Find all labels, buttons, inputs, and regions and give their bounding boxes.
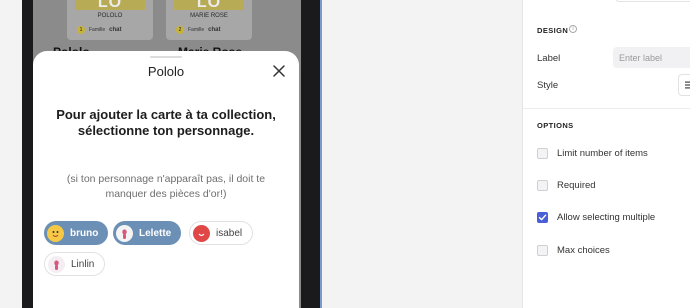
option-label: Max choices <box>557 245 610 256</box>
card-meta: 1 Famille chat <box>77 26 121 34</box>
style-field-label: Style <box>537 80 559 91</box>
card-art-text: LO <box>97 0 123 11</box>
label-field-label: Label <box>537 53 561 64</box>
checkbox-checked[interactable] <box>537 212 548 223</box>
close-button[interactable] <box>271 63 287 79</box>
info-icon[interactable]: i <box>569 25 577 33</box>
card-meta: 2 Famille chat <box>176 26 220 34</box>
card-family: chat <box>208 27 221 33</box>
hint-line-2: manquer des pièces d'or!) <box>105 188 227 200</box>
character-chip-isabel[interactable]: isabel <box>189 221 254 245</box>
chip-label: bruno <box>70 227 99 239</box>
hint-line-1: (si ton personnage n'apparaît pas, il do… <box>66 173 266 185</box>
linlin-avatar-icon <box>48 255 65 273</box>
card-family-prefix: Famille <box>188 27 205 33</box>
option-max-choices[interactable]: Max choices <box>537 245 610 256</box>
sheet-hint: (si ton personnage n'apparaît pas, il do… <box>53 172 279 202</box>
drag-handle[interactable] <box>150 56 182 58</box>
top-field[interactable] <box>615 0 690 2</box>
character-chip-bruno[interactable]: bruno <box>44 221 109 245</box>
card-number: 1 <box>77 26 85 34</box>
option-label: Required <box>557 180 596 191</box>
character-card-pololo[interactable]: LO POLOLO 1 Famille chat <box>67 0 153 40</box>
option-limit-items[interactable]: Limit number of items <box>537 148 648 159</box>
character-chip-linlin[interactable]: Linlin <box>44 252 106 276</box>
lelette-avatar-icon <box>116 224 133 242</box>
card-name: POLOLO <box>97 13 123 19</box>
checkmark-icon <box>538 214 547 221</box>
chip-label: isabel <box>216 227 243 239</box>
sheet-prompt: Pour ajouter la carte à ta collection, s… <box>41 107 291 139</box>
bruno-avatar-icon <box>47 224 64 242</box>
checkbox[interactable] <box>537 148 548 159</box>
label-input[interactable] <box>613 47 690 68</box>
chip-label: Lelette <box>139 227 172 239</box>
character-card-marie-rose[interactable]: LO MARIE ROSE 2 Famille chat <box>166 0 252 40</box>
option-label: Allow selecting multiple <box>557 212 656 223</box>
sheet-title: Pololo <box>147 64 185 79</box>
character-chip-lelette[interactable]: Lelette <box>113 221 182 245</box>
close-icon <box>273 65 285 77</box>
settings-panel: DESIGN i Label Style OPTIONS Limit numbe… <box>522 0 690 308</box>
section-divider <box>523 108 690 109</box>
prompt-line-2: sélectionne ton personnage. <box>77 123 255 138</box>
card-name: MARIE ROSE <box>190 13 228 19</box>
options-heading: OPTIONS <box>537 121 574 130</box>
checkbox[interactable] <box>537 180 548 191</box>
chip-label: Linlin <box>71 258 95 270</box>
character-select-sheet: Pololo Pour ajouter la carte à ta collec… <box>33 51 299 308</box>
card-family-prefix: Famille <box>89 27 106 33</box>
option-allow-multiple[interactable]: Allow selecting multiple <box>537 212 655 223</box>
option-label: Limit number of items <box>557 148 648 159</box>
isabel-avatar-icon <box>193 224 210 242</box>
card-family: chat <box>109 27 122 33</box>
prompt-line-1: Pour ajouter la carte à ta collection, <box>56 107 276 122</box>
list-icon <box>685 81 690 89</box>
design-heading: DESIGN <box>537 26 569 35</box>
style-button[interactable] <box>678 74 690 96</box>
option-required[interactable]: Required <box>537 180 596 191</box>
card-number: 2 <box>176 26 184 34</box>
card-art-text: LO <box>196 0 222 11</box>
checkbox[interactable] <box>537 245 548 256</box>
